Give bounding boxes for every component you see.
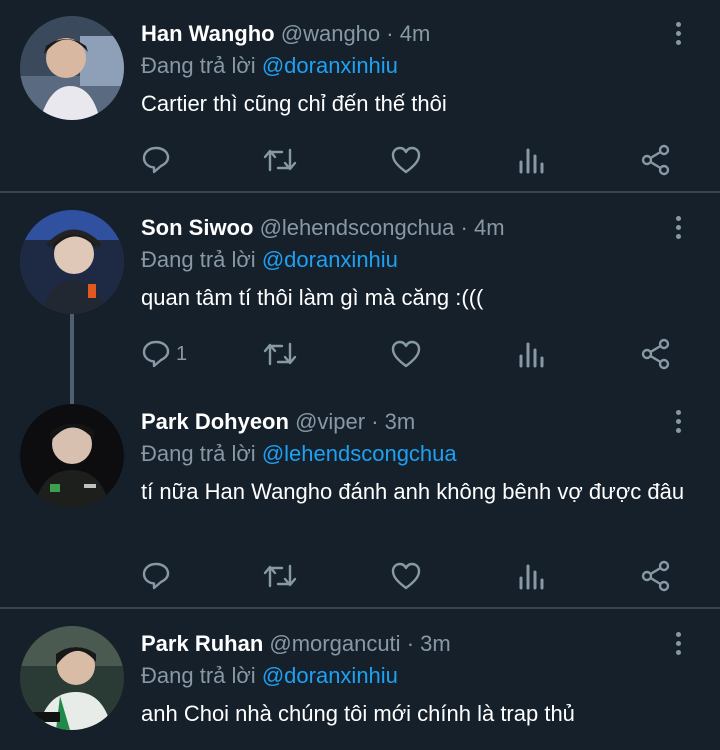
like-icon [391, 340, 421, 368]
separator-dot: · [460, 215, 468, 240]
reply-icon [142, 340, 170, 368]
reply-icon [142, 562, 170, 590]
share-icon [641, 144, 670, 176]
timestamp[interactable]: 4m [400, 21, 431, 46]
author-name[interactable]: Park Dohyeon [141, 409, 289, 434]
divider [0, 191, 720, 193]
tweet-header: Park Dohyeon @viper · 3m [141, 408, 415, 436]
share-button[interactable] [640, 336, 672, 372]
tweet-3[interactable]: Park Dohyeon @viper · 3m Đang trả lời @l… [0, 388, 720, 608]
analytics-button[interactable] [518, 142, 546, 178]
replying-to-label: Đang trả lời [141, 663, 256, 688]
more-icon[interactable] [668, 632, 688, 658]
more-icon[interactable] [668, 216, 688, 242]
tweet-text: tí nữa Han Wangho đánh anh không bênh vợ… [141, 479, 685, 504]
replying-to: Đang trả lời @doranxinhiu [141, 662, 398, 690]
reply-button[interactable] [140, 558, 176, 594]
reply-button[interactable] [140, 142, 176, 178]
reply-button[interactable]: 1 [140, 336, 187, 372]
retweet-icon [263, 342, 297, 366]
share-button[interactable] [640, 558, 672, 594]
replying-to-label: Đang trả lời [141, 441, 256, 466]
author-handle[interactable]: @wangho [281, 21, 380, 46]
retweet-icon [263, 564, 297, 588]
author-handle[interactable]: @viper [295, 409, 365, 434]
replying-to: Đang trả lời @doranxinhiu [141, 246, 398, 274]
like-button[interactable] [390, 558, 422, 594]
like-icon [391, 562, 421, 590]
tweet-actions [140, 142, 680, 178]
separator-dot: · [406, 631, 415, 656]
share-button[interactable] [640, 142, 672, 178]
tweet-text: quan tâm tí thôi làm gì mà căng :((( [141, 285, 484, 310]
more-icon[interactable] [668, 22, 688, 48]
tweet-header: Son Siwoo @lehendscongchua · 4m [141, 214, 505, 242]
like-button[interactable] [390, 336, 422, 372]
like-button[interactable] [390, 142, 422, 178]
timestamp[interactable]: 4m [474, 215, 505, 240]
author-handle[interactable]: @morgancuti [269, 631, 400, 656]
reply-icon [142, 146, 170, 174]
tweet-text: Cartier thì cũng chỉ đến thế thôi [141, 91, 447, 116]
retweet-button[interactable] [262, 336, 298, 372]
tweet-header: Park Ruhan @morgancuti · 3m [141, 630, 451, 658]
avatar[interactable] [20, 626, 124, 730]
replying-to-label: Đang trả lời [141, 53, 256, 78]
share-icon [641, 338, 670, 370]
like-icon [391, 146, 421, 174]
tweet-actions [140, 558, 680, 594]
tweet-text: anh Choi nhà chúng tôi mới chính là trap… [141, 701, 575, 726]
timestamp[interactable]: 3m [420, 631, 451, 656]
tweet-actions: 1 [140, 336, 680, 372]
analytics-button[interactable] [518, 336, 546, 372]
more-icon[interactable] [668, 410, 688, 436]
analytics-button[interactable] [518, 558, 546, 594]
avatar[interactable] [20, 210, 124, 314]
mention-link[interactable]: @doranxinhiu [262, 53, 398, 78]
avatar[interactable] [20, 16, 124, 120]
mention-link[interactable]: @doranxinhiu [262, 663, 398, 688]
tweet-1[interactable]: Han Wangho @wangho · 4m Đang trả lời @do… [0, 0, 720, 192]
mention-link[interactable]: @lehendscongchua [262, 441, 457, 466]
analytics-icon [519, 148, 544, 174]
separator-dot: · [371, 409, 379, 434]
retweet-button[interactable] [262, 558, 298, 594]
analytics-icon [519, 564, 544, 590]
reply-count: 1 [176, 342, 188, 365]
tweet-2[interactable]: Son Siwoo @lehendscongchua · 4m Đang trả… [0, 194, 720, 404]
author-handle[interactable]: @lehendscongchua [260, 215, 455, 240]
replying-to-label: Đang trả lời [141, 247, 256, 272]
tweet-header: Han Wangho @wangho · 4m [141, 20, 430, 48]
replying-to: Đang trả lời @doranxinhiu [141, 52, 398, 80]
analytics-icon [519, 342, 544, 368]
mention-link[interactable]: @doranxinhiu [262, 247, 398, 272]
author-name[interactable]: Park Ruhan [141, 631, 263, 656]
author-name[interactable]: Han Wangho [141, 21, 275, 46]
author-name[interactable]: Son Siwoo [141, 215, 253, 240]
divider [0, 607, 720, 609]
replying-to: Đang trả lời @lehendscongchua [141, 440, 457, 468]
retweet-icon [263, 148, 297, 172]
timestamp[interactable]: 3m [385, 409, 416, 434]
separator-dot: · [386, 21, 394, 46]
tweet-4[interactable]: Park Ruhan @morgancuti · 3m Đang trả lời… [0, 610, 720, 750]
retweet-button[interactable] [262, 142, 298, 178]
avatar[interactable] [20, 404, 124, 508]
share-icon [641, 560, 670, 592]
